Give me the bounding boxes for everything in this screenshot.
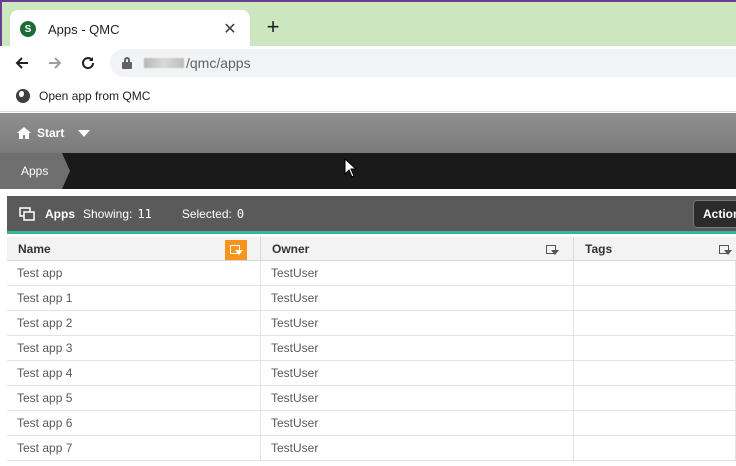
home-icon [17,127,31,139]
selected-label: Selected: [181,206,232,221]
column-header-label: Name [18,241,51,256]
chevron-down-icon[interactable] [78,129,91,137]
cell-name: Test app 3 [7,336,261,360]
cell-owner: TestUser [261,286,574,310]
cell-owner: TestUser [261,361,574,385]
apps-icon [19,206,35,221]
table-row[interactable]: Test app TestUser [7,261,736,286]
table-row[interactable]: Test app 2 TestUser [7,311,736,336]
address-bar[interactable]: /qmc/apps [110,49,736,77]
table-row[interactable]: Test app 5 TestUser [7,386,736,411]
browser-tabstrip: S Apps - QMC ✕ + [0,0,736,48]
apps-table: Name Owner Tags Test app TestUser Test a… [7,237,736,461]
mouse-cursor-icon [344,158,356,178]
cell-tags [574,336,736,360]
selected-count: 0 [236,206,245,221]
table-row[interactable]: Test app 6 TestUser [7,411,736,436]
qlik-favicon-icon: S [20,21,36,37]
browser-toolbar: /qmc/apps [0,46,736,80]
reload-icon[interactable] [76,51,100,75]
table-row[interactable]: Test app 3 TestUser [7,336,736,361]
cell-tags [574,311,736,335]
breadcrumb-bar: Apps [0,153,736,189]
cell-name: Test app [7,261,261,285]
cell-owner: TestUser [261,336,574,360]
cell-tags [574,286,736,310]
apps-section-header: Apps Showing: 11 Selected: 0 Actions [7,196,736,234]
cell-tags [574,386,736,410]
cell-name: Test app 4 [7,361,261,385]
column-header-tags[interactable]: Tags [574,237,736,260]
showing-count: 11 [137,206,152,221]
cell-tags [574,411,736,435]
start-menu-button[interactable]: Start [37,126,64,140]
cell-owner: TestUser [261,311,574,335]
table-row[interactable]: Test app 4 TestUser [7,361,736,386]
column-header-name[interactable]: Name [7,237,261,260]
showing-label: Showing: [83,206,133,221]
bookmarks-bar: Open app from QMC [0,80,736,112]
cell-tags [574,436,736,460]
start-bar: Start [0,113,736,153]
cell-tags [574,261,736,285]
close-icon[interactable]: ✕ [220,19,240,39]
cell-owner: TestUser [261,411,574,435]
lock-icon [122,57,132,69]
table-row[interactable]: Test app 1 TestUser [7,286,736,311]
url-path: /qmc/apps [186,55,251,71]
cell-name: Test app 6 [7,411,261,435]
column-header-label: Owner [272,241,310,256]
url-host-redacted [144,58,184,68]
back-arrow-icon[interactable] [10,51,34,75]
cell-owner: TestUser [261,436,574,460]
column-header-label: Tags [585,241,613,256]
filter-icon[interactable] [541,240,563,260]
cell-name: Test app 1 [7,286,261,310]
tab-title: Apps - QMC [48,21,120,37]
cell-name: Test app 2 [7,311,261,335]
filter-icon[interactable] [225,240,247,260]
column-header-owner[interactable]: Owner [261,237,574,260]
cell-name: Test app 7 [7,436,261,460]
filter-icon[interactable] [714,240,736,260]
plus-icon[interactable]: + [262,16,284,38]
globe-icon [16,88,30,103]
cell-owner: TestUser [261,261,574,285]
browser-tab[interactable]: S Apps - QMC ✕ [10,10,250,48]
bookmark-open-app[interactable]: Open app from QMC [39,89,150,103]
table-header: Name Owner Tags [7,237,736,261]
table-row[interactable]: Test app 7 TestUser [7,436,736,461]
section-title: Apps [45,206,75,221]
actions-button[interactable]: Actions [693,200,736,228]
cell-owner: TestUser [261,386,574,410]
forward-arrow-icon[interactable] [43,51,67,75]
cell-name: Test app 5 [7,386,261,410]
breadcrumb-apps[interactable]: Apps [0,153,70,189]
cell-tags [574,361,736,385]
